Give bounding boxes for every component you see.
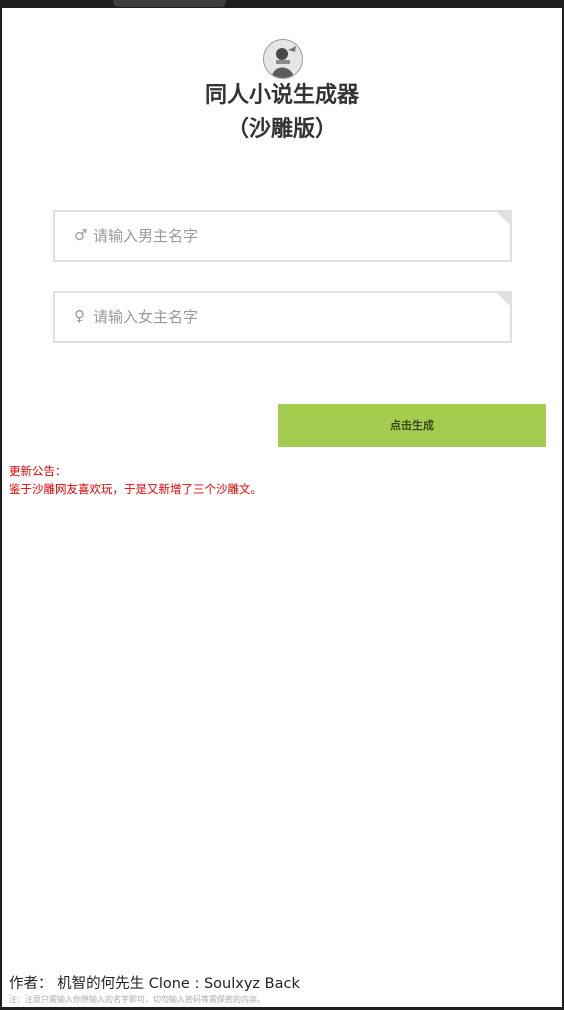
author-credit: 作者： 机智的何先生 Clone : Soulxyz Back — [9, 976, 300, 992]
male-name-input[interactable] — [93, 222, 473, 250]
page: 同人小说生成器 （沙雕版） ♂ ♀ 点击生成 更新公告： 鉴于沙雕网友喜欢玩，于… — [2, 8, 562, 1007]
window-tab[interactable] — [113, 0, 226, 7]
avatar — [263, 39, 303, 79]
privacy-note: 注：注意只需输入你想输入的名字即可，切勿输入密码等需保密的内容。 — [9, 995, 265, 1004]
field-corner-decoration — [497, 212, 510, 225]
avatar-image — [264, 40, 302, 78]
notice-title: 更新公告： — [9, 464, 67, 478]
female-name-input[interactable] — [93, 303, 473, 331]
female-name-field[interactable]: ♀ — [53, 291, 512, 343]
page-title: 同人小说生成器 — [204, 83, 359, 108]
male-name-field[interactable]: ♂ — [53, 210, 512, 262]
window-top-bar — [0, 0, 564, 8]
field-corner-decoration — [497, 293, 510, 306]
male-icon: ♂ — [74, 226, 88, 244]
female-icon: ♀ — [74, 307, 85, 325]
page-subtitle: （沙雕版） — [226, 117, 337, 142]
notice-body: 鉴于沙雕网友喜欢玩，于是又新增了三个沙雕文。 — [9, 482, 262, 496]
generate-button[interactable]: 点击生成 — [278, 404, 546, 447]
